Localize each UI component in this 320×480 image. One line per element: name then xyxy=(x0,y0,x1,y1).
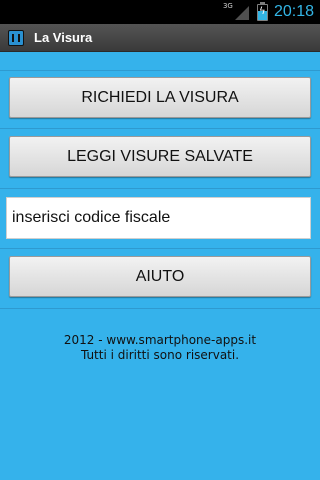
divider xyxy=(0,188,320,189)
footer-rights: Tutti i diritti sono riservati. xyxy=(80,348,240,362)
app-title-bar: La Visura xyxy=(0,24,320,52)
richiedi-visura-button[interactable]: RICHIEDI LA VISURA xyxy=(9,77,311,118)
footer-copyright: 2012 - www.smartphone-apps.it xyxy=(63,333,257,347)
divider xyxy=(0,308,320,309)
app-title: La Visura xyxy=(34,30,93,45)
battery-charging-icon: ϟ xyxy=(256,1,268,21)
signal-icon xyxy=(234,6,249,20)
divider xyxy=(0,248,320,249)
status-bar: 3G ϟ 20:18 xyxy=(0,0,320,24)
divider xyxy=(0,128,320,129)
status-bar-right: 3G ϟ 20:18 xyxy=(223,0,314,24)
status-clock: 20:18 xyxy=(273,3,314,20)
charging-bolt-icon: ϟ xyxy=(258,5,266,17)
signal-indicator: 3G xyxy=(223,2,249,20)
codice-fiscale-input[interactable]: inserisci codice fiscale xyxy=(6,197,311,239)
app-icon xyxy=(8,29,24,46)
divider xyxy=(0,70,320,71)
footer: 2012 - www.smartphone-apps.it Tutti i di… xyxy=(0,333,320,363)
leggi-visure-button[interactable]: LEGGI VISURE SALVATE xyxy=(9,136,311,177)
aiuto-button[interactable]: AIUTO xyxy=(9,256,311,297)
network-type-label: 3G xyxy=(222,2,233,10)
